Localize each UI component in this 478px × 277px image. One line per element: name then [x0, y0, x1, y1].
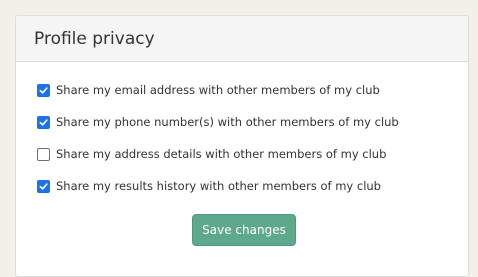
option-share-email[interactable]: Share my email address with other member…	[37, 74, 458, 106]
panel-title: Profile privacy	[34, 28, 155, 49]
option-share-results[interactable]: Share my results history with other memb…	[37, 170, 458, 202]
option-share-phone[interactable]: Share my phone number(s) with other memb…	[37, 106, 458, 138]
share-address-checkbox[interactable]	[37, 147, 50, 161]
share-phone-checkbox[interactable]	[37, 115, 50, 129]
checkmark-icon	[39, 182, 48, 190]
privacy-options: Share my email address with other member…	[37, 74, 458, 202]
option-label: Share my results history with other memb…	[56, 179, 381, 193]
share-results-checkbox[interactable]	[37, 179, 50, 193]
panel-header: Profile privacy	[16, 16, 468, 62]
option-share-address[interactable]: Share my address details with other memb…	[37, 138, 458, 170]
option-label: Share my phone number(s) with other memb…	[56, 115, 399, 129]
profile-privacy-panel: Profile privacy Share my email address w…	[15, 15, 469, 277]
share-email-checkbox[interactable]	[37, 83, 50, 97]
checkmark-icon	[39, 118, 48, 126]
option-label: Share my address details with other memb…	[56, 147, 387, 161]
save-changes-button[interactable]: Save changes	[192, 214, 296, 246]
checkmark-icon	[39, 86, 48, 94]
option-label: Share my email address with other member…	[56, 83, 380, 97]
